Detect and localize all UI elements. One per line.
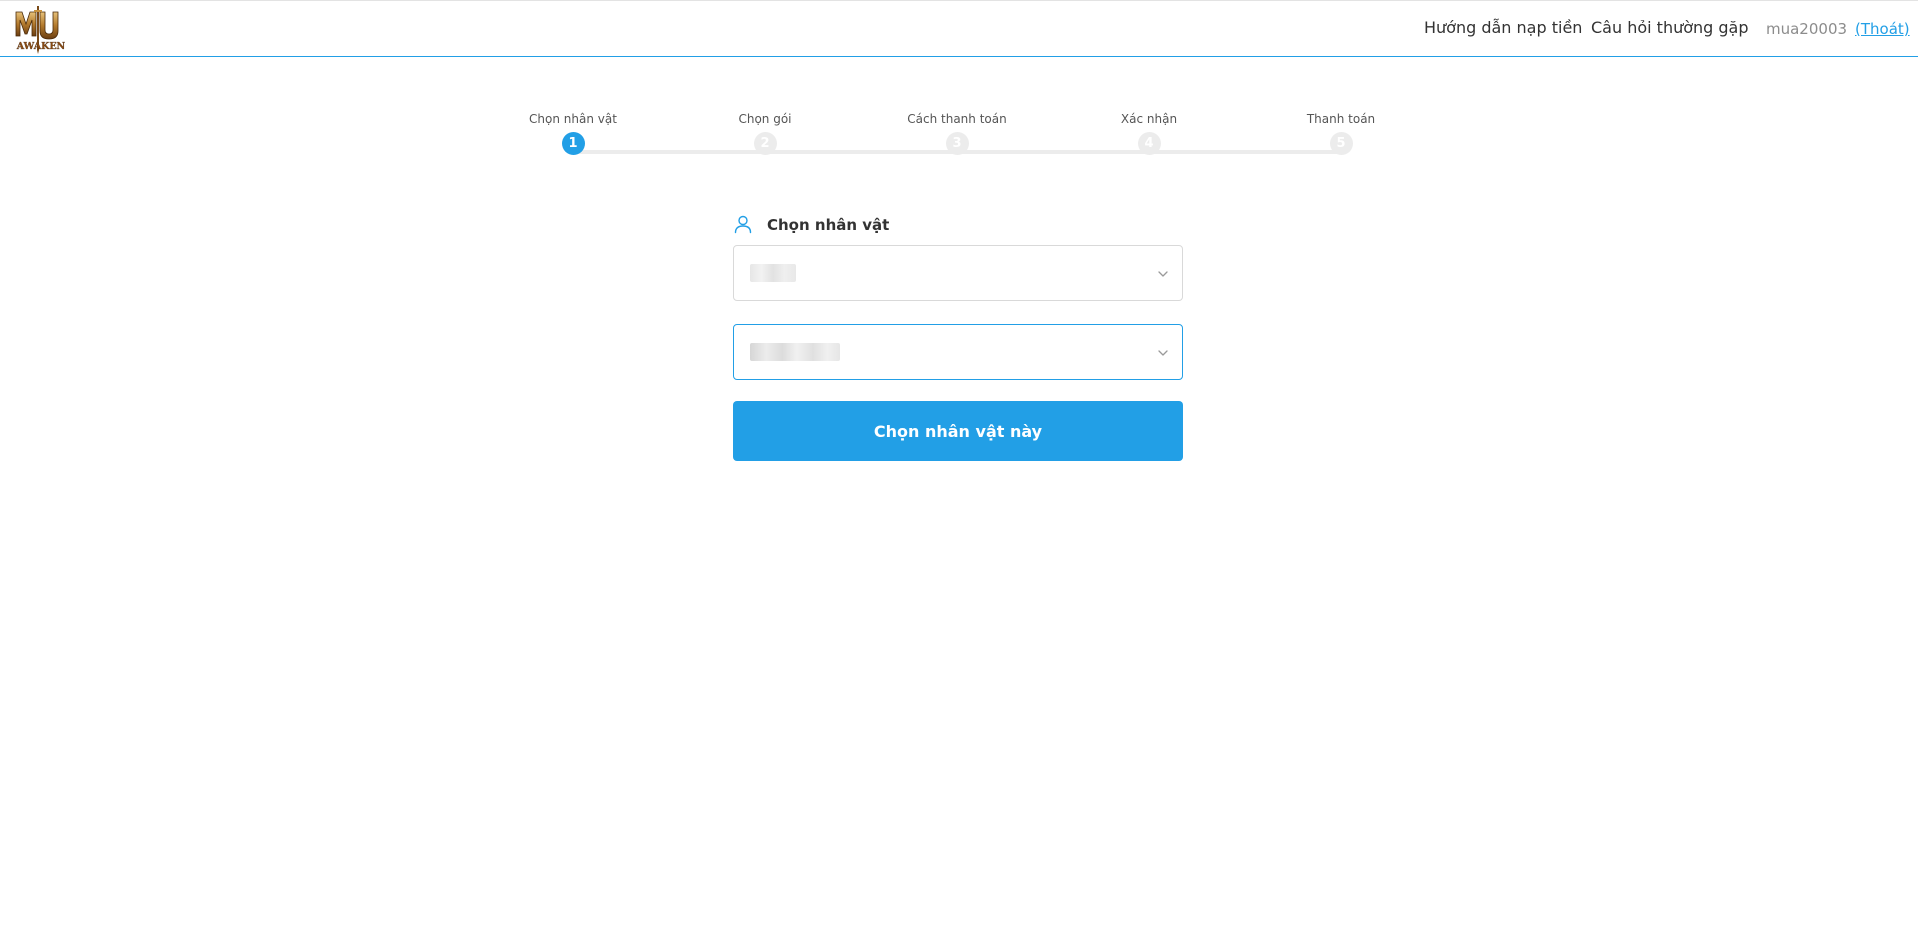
username: mua20003	[1766, 20, 1848, 38]
choose-character-button[interactable]: Chọn nhân vật này	[733, 401, 1183, 461]
select-value	[750, 264, 796, 282]
step-choose-package: Chọn gói 2	[695, 110, 835, 155]
top-bar: AWAKEN Hướng dẫn nạp tiền Câu hỏi thường…	[0, 0, 1918, 57]
mu-awaken-logo[interactable]: AWAKEN	[12, 4, 70, 56]
step-number: 1	[561, 132, 585, 155]
step-label: Xác nhận	[1120, 112, 1178, 126]
form-title: Chọn nhân vật	[767, 216, 890, 234]
chevron-down-icon	[1158, 350, 1168, 356]
server-select[interactable]	[733, 245, 1183, 301]
step-confirm: Xác nhận 4	[1079, 110, 1219, 155]
step-label: Chọn gói	[738, 112, 792, 126]
form-title-row: Chọn nhân vật	[733, 212, 1183, 238]
logout-link[interactable]: (Thoát)	[1855, 20, 1910, 38]
step-label: Chọn nhân vật	[529, 112, 617, 126]
nav-faq[interactable]: Câu hỏi thường gặp	[1591, 18, 1749, 42]
chevron-down-icon	[1158, 271, 1168, 277]
step-number: 5	[1329, 132, 1353, 155]
step-payment: Thanh toán 5	[1271, 110, 1411, 155]
step-number: 4	[1137, 132, 1161, 155]
step-payment-method: Cách thanh toán 3	[887, 110, 1027, 155]
step-choose-character: Chọn nhân vật 1	[503, 110, 643, 155]
step-number: 2	[753, 132, 777, 155]
character-select[interactable]	[733, 324, 1183, 380]
step-label: Cách thanh toán	[907, 112, 1007, 126]
select-value	[750, 343, 840, 361]
step-number: 3	[945, 132, 969, 155]
nav-payment-guide[interactable]: Hướng dẫn nạp tiền	[1424, 18, 1582, 42]
step-label: Thanh toán	[1306, 112, 1376, 126]
svg-text:AWAKEN: AWAKEN	[16, 41, 66, 52]
payment-stepper: Chọn nhân vật 1 Chọn gói 2 Cách thanh to…	[0, 110, 1918, 170]
user-icon	[734, 215, 752, 234]
